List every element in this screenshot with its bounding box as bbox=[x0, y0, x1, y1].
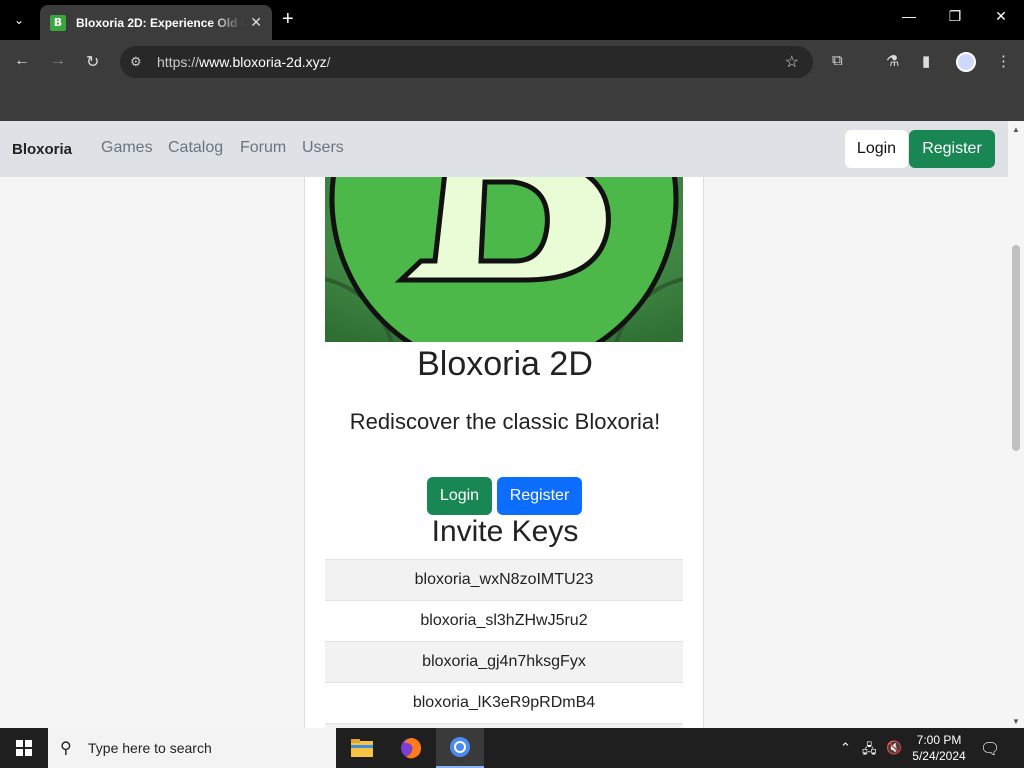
url-text[interactable]: https://www.bloxoria-2d.xyz/ bbox=[157, 54, 331, 70]
browser-toolbar: ← → ↻ ⚙ https://www.bloxoria-2d.xyz/ ☆ ⧉… bbox=[0, 40, 1024, 84]
side-panel-icon[interactable]: ▮ bbox=[922, 52, 930, 70]
search-placeholder: Type here to search bbox=[88, 740, 212, 756]
scroll-thumb[interactable] bbox=[1012, 245, 1020, 451]
invite-key-row: bloxoria_sl3hZHwJ5ru2 bbox=[325, 600, 683, 641]
tab-title: Bloxoria 2D: Experience Old Bloxoria bbox=[76, 15, 244, 30]
nav-link-users[interactable]: Users bbox=[302, 139, 344, 157]
page-title: Bloxoria 2D bbox=[417, 345, 593, 383]
profile-avatar-icon[interactable] bbox=[956, 52, 976, 72]
clock-time: 7:00 PM bbox=[916, 733, 962, 747]
nav-login-button[interactable]: Login bbox=[845, 130, 908, 168]
firefox-icon[interactable] bbox=[387, 728, 435, 768]
browser-tab-strip: ⌄ B Bloxoria 2D: Experience Old Bloxoria… bbox=[0, 0, 1024, 40]
reload-icon[interactable]: ↻ bbox=[86, 52, 99, 72]
scroll-up-icon[interactable]: ▲ bbox=[1012, 125, 1020, 134]
invite-key-row: bloxoria_gj4n7hksgFyx bbox=[325, 641, 683, 682]
tray-overflow-icon[interactable]: ⌃ bbox=[840, 740, 851, 756]
site-brand[interactable]: Bloxoria bbox=[12, 141, 72, 158]
minimize-icon[interactable]: — bbox=[886, 8, 932, 24]
main-card: Bloxoria 2D Rediscover the classic Bloxo… bbox=[304, 177, 704, 728]
page-scrollbar[interactable]: ▲ ▼ bbox=[1008, 121, 1024, 728]
menu-kebab-icon[interactable]: ⋮ bbox=[996, 52, 1011, 70]
tab-search-icon[interactable]: ⌄ bbox=[6, 8, 32, 32]
tagline: Rediscover the classic Bloxoria! bbox=[349, 409, 661, 434]
clock-date: 5/24/2024 bbox=[912, 749, 966, 763]
notification-icon[interactable]: 🗨 bbox=[980, 739, 1000, 759]
restore-icon[interactable]: ❐ bbox=[932, 8, 978, 25]
nav-link-catalog[interactable]: Catalog bbox=[168, 139, 223, 157]
address-bar[interactable]: ⚙ https://www.bloxoria-2d.xyz/ ☆ bbox=[120, 46, 813, 78]
invite-keys-table: bloxoria_wxN8zoIMTU23 bloxoria_sl3hZHwJ5… bbox=[325, 559, 683, 728]
nav-register-button[interactable]: Register bbox=[909, 130, 995, 168]
taskbar-search-box[interactable]: ⚲ Type here to search bbox=[48, 728, 336, 768]
invite-keys-heading: Invite Keys bbox=[431, 515, 579, 548]
windows-taskbar: ⚲ Type here to search ⌃ 🖧 🔇 7:00 PM 5/24… bbox=[0, 728, 1024, 768]
invite-key-row: bloxoria_wxN8zoIMTU23 bbox=[325, 559, 683, 600]
file-explorer-icon[interactable] bbox=[338, 728, 386, 768]
bookmark-star-icon[interactable]: ☆ bbox=[785, 52, 799, 72]
windows-start-icon[interactable] bbox=[0, 728, 48, 768]
active-tab[interactable]: B Bloxoria 2D: Experience Old Bloxoria ✕ bbox=[40, 5, 272, 40]
chrome-icon[interactable] bbox=[436, 728, 484, 768]
site-info-icon[interactable]: ⚙ bbox=[130, 54, 142, 70]
tab-close-icon[interactable]: ✕ bbox=[250, 14, 262, 31]
favicon-icon: B bbox=[50, 14, 66, 31]
invite-key-row: bloxoria_lK3eR9pRDmB4 bbox=[325, 682, 683, 723]
network-icon[interactable]: 🖧 bbox=[862, 740, 877, 762]
search-icon: ⚲ bbox=[60, 740, 72, 757]
nav-link-forum[interactable]: Forum bbox=[240, 139, 286, 157]
forward-icon[interactable]: → bbox=[50, 52, 66, 70]
scroll-down-icon[interactable]: ▼ bbox=[1012, 717, 1020, 726]
bloxoria-logo bbox=[325, 177, 683, 342]
hero-register-button[interactable]: Register bbox=[497, 477, 582, 515]
new-tab-icon[interactable]: + bbox=[282, 8, 294, 31]
extensions-icon[interactable]: ⧉ bbox=[832, 52, 843, 69]
page-viewport: Bloxoria Games Catalog Forum Users Login… bbox=[0, 121, 1008, 728]
labs-flask-icon[interactable]: ⚗ bbox=[886, 52, 899, 70]
nav-link-games[interactable]: Games bbox=[101, 139, 153, 157]
back-icon[interactable]: ← bbox=[14, 52, 30, 70]
close-window-icon[interactable]: ✕ bbox=[978, 8, 1024, 25]
taskbar-clock[interactable]: 7:00 PM 5/24/2024 bbox=[908, 732, 970, 764]
bookmark-bar bbox=[0, 84, 1024, 121]
volume-muted-icon[interactable]: 🔇 bbox=[886, 740, 902, 756]
site-navbar: Bloxoria Games Catalog Forum Users Login… bbox=[0, 121, 1008, 177]
hero-login-button[interactable]: Login bbox=[427, 477, 492, 515]
